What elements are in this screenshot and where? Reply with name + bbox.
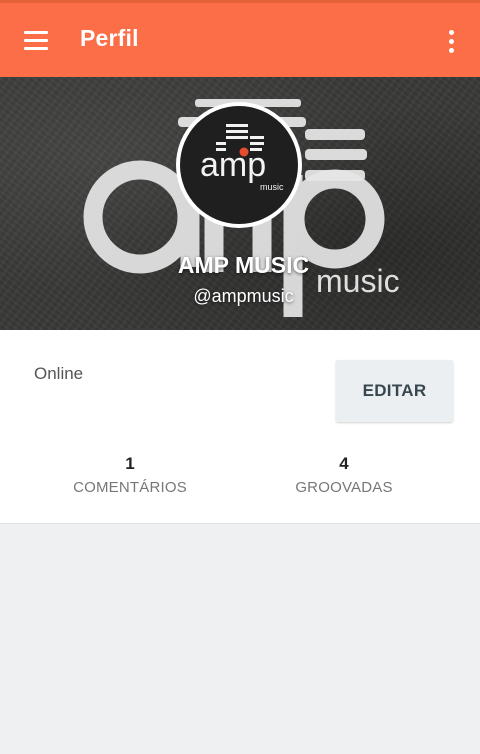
profile-info-card: Online EDITAR 1 COMENTÁRIOS 4 GROOVADAS — [0, 330, 480, 524]
page-title: Perfil — [80, 25, 139, 51]
status-text: Online — [34, 364, 84, 383]
avatar-logo-icon: amp music — [200, 124, 284, 192]
profile-cover: music amp music AMP MUSIC @ampmusic — [0, 77, 480, 330]
hamburger-menu-icon[interactable] — [18, 23, 58, 59]
edit-button[interactable]: EDITAR — [336, 360, 453, 422]
groovadas-count: 4 — [339, 454, 349, 473]
stat-comments[interactable]: 1 COMENTÁRIOS — [45, 454, 215, 496]
profile-name: AMP MUSIC — [177, 252, 310, 278]
comments-count: 1 — [125, 454, 135, 473]
app-bar: Perfil — [0, 3, 480, 77]
profile-handle: @ampmusic — [193, 286, 294, 306]
content-area — [0, 524, 480, 754]
more-vertical-icon[interactable] — [436, 23, 466, 59]
avatar-logo-subtext: music — [260, 182, 284, 192]
avatar-logo-text: amp — [200, 146, 266, 184]
groovadas-label: GROOVADAS — [295, 479, 393, 496]
comments-label: COMENTÁRIOS — [73, 479, 187, 496]
avatar[interactable]: amp music — [176, 102, 302, 228]
stat-groovadas[interactable]: 4 GROOVADAS — [259, 454, 429, 496]
